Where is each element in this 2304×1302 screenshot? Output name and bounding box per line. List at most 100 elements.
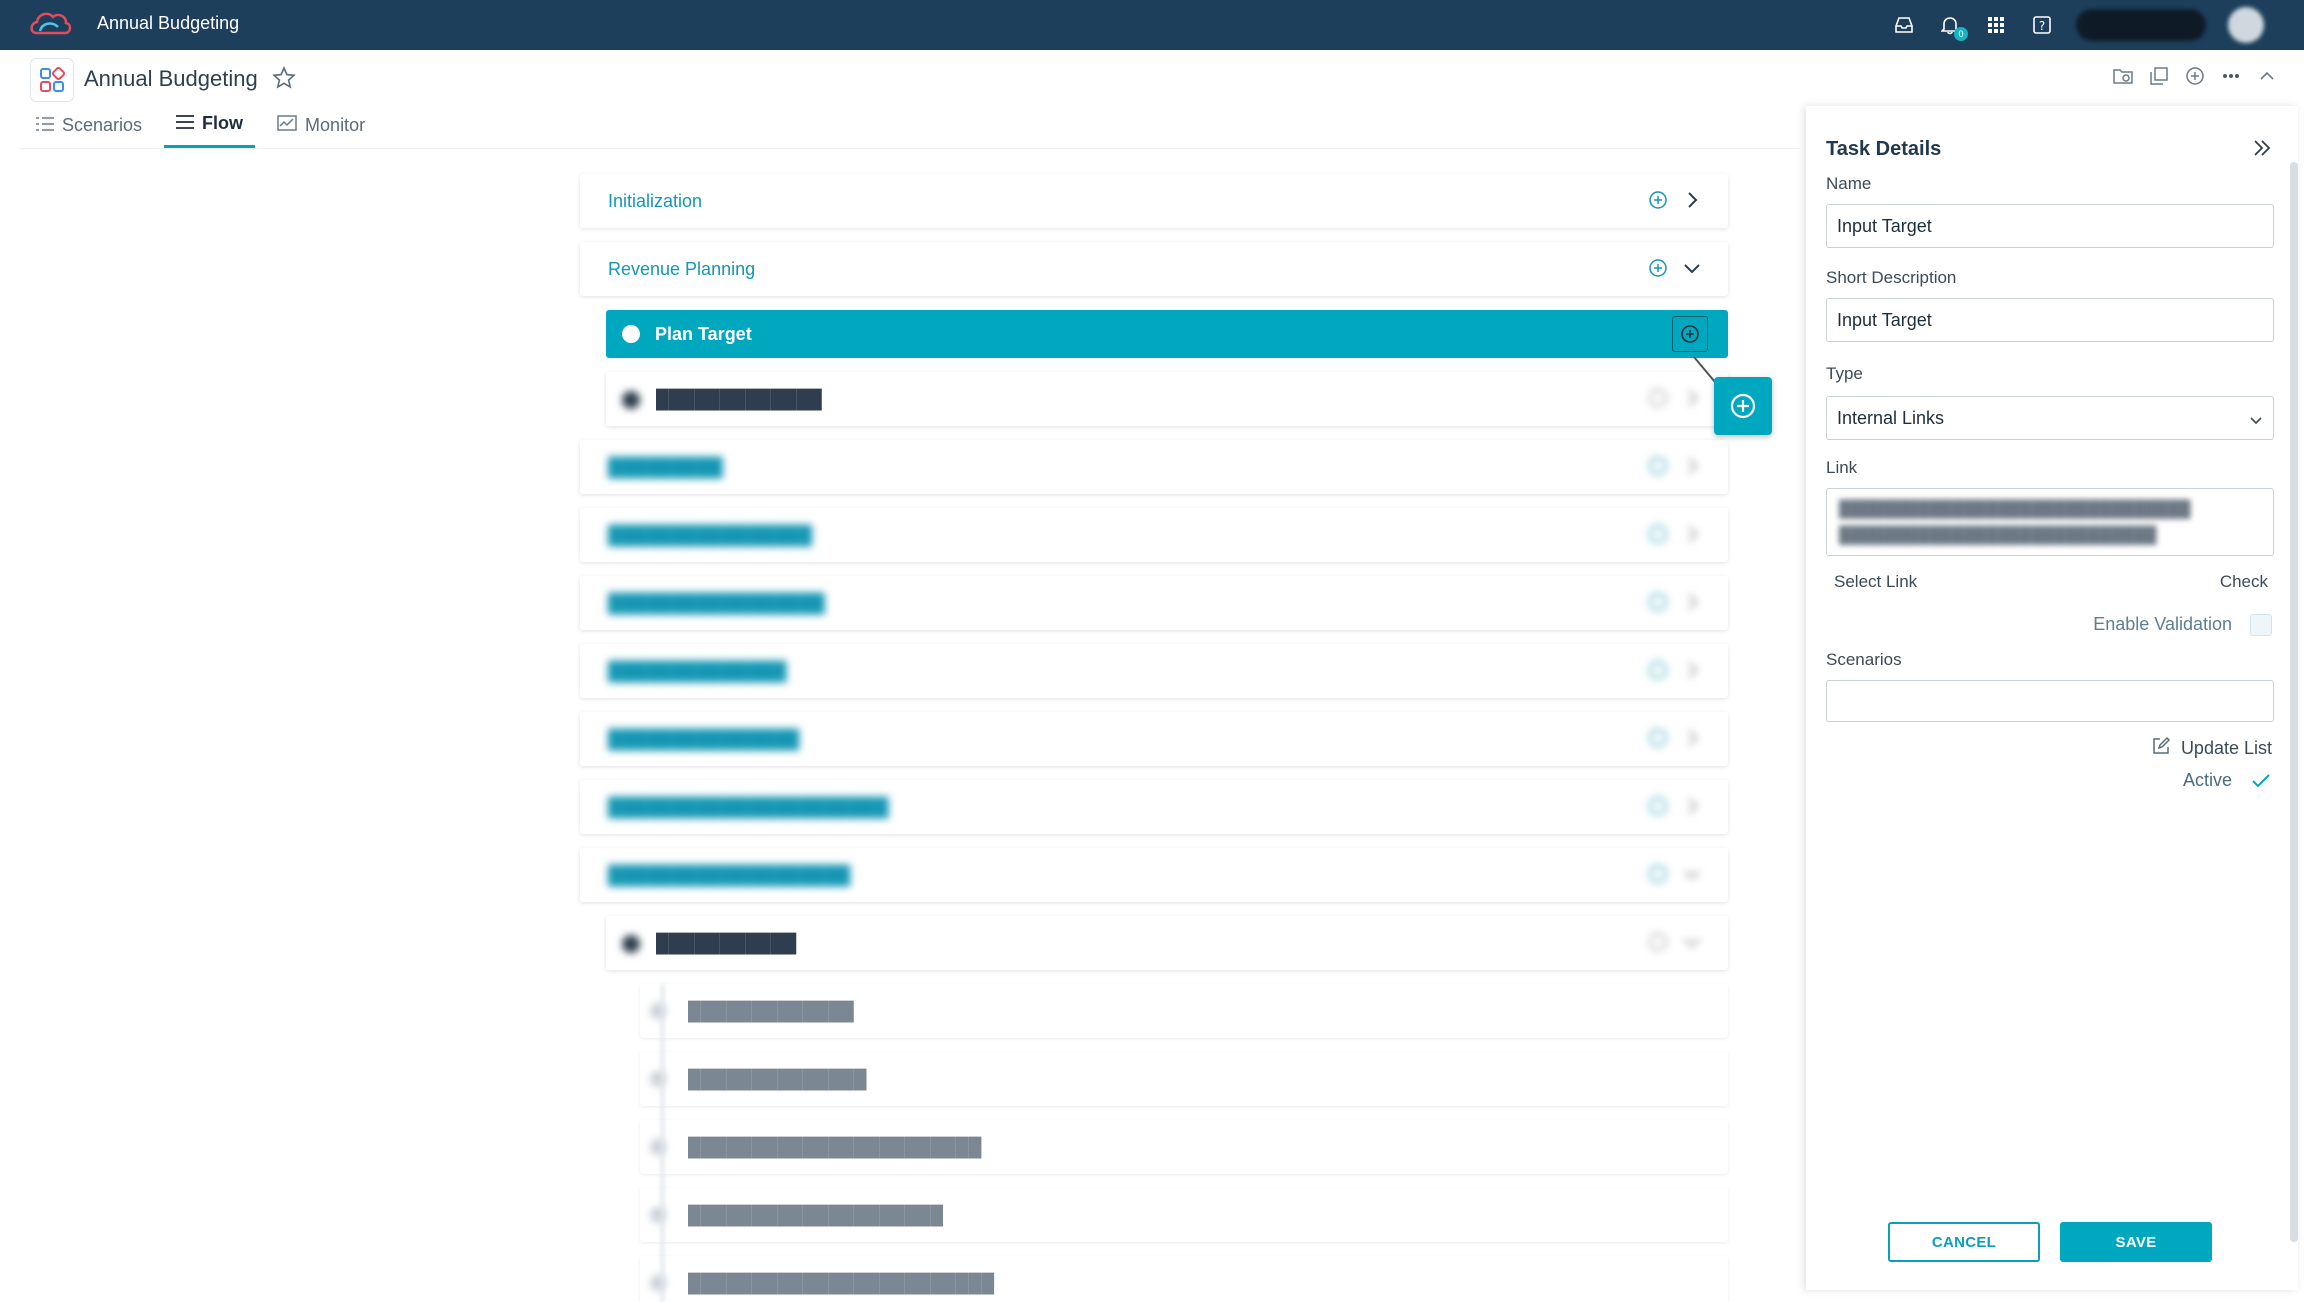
- flow-task-label: Plan Target: [655, 323, 752, 344]
- flow-task-plan-target[interactable]: Plan Target: [606, 310, 1728, 358]
- bell-icon[interactable]: 0: [1938, 13, 1968, 41]
- monitor-chart-icon: [277, 114, 297, 136]
- blurred-label: ██████████████████████: [608, 796, 889, 817]
- short-description-field[interactable]: Input Target: [1826, 298, 2274, 342]
- flow-subtask-blurred[interactable]: ████████████████████: [640, 1188, 1728, 1242]
- panel-title: Task Details: [1826, 138, 1942, 160]
- list-icon: [36, 115, 54, 136]
- notification-badge: 0: [1954, 27, 1968, 41]
- enable-validation-label: Enable Validation: [2093, 614, 2232, 634]
- tree-connector-line: [661, 984, 664, 1302]
- link-value-blurred: ███████████████████████████████ ████████…: [1839, 501, 2191, 544]
- floating-add-button[interactable]: [1714, 377, 1772, 435]
- blurred-label: █████████████████: [608, 592, 825, 613]
- flow-step-blurred[interactable]: ███████████████████: [580, 848, 1728, 902]
- name-value: Input Target: [1837, 215, 1932, 236]
- flow-step-revenue-planning[interactable]: Revenue Planning: [580, 242, 1728, 296]
- flow-step-blurred[interactable]: ███████████████: [580, 712, 1728, 766]
- tab-scenarios[interactable]: Scenarios: [36, 110, 154, 148]
- add-step-icon[interactable]: [1648, 592, 1668, 617]
- flow-subtask-blurred[interactable]: ██████████████: [640, 1052, 1728, 1106]
- chevron-right-icon[interactable]: [1682, 524, 1702, 549]
- type-value: Internal Links: [1837, 407, 1945, 428]
- tab-monitor[interactable]: Monitor: [277, 110, 377, 148]
- chevron-down-icon[interactable]: [1682, 258, 1702, 283]
- update-list-label: Update List: [2180, 738, 2272, 758]
- save-button[interactable]: SAVE: [2060, 1222, 2212, 1262]
- cloud-logo-icon[interactable]: [28, 7, 72, 43]
- tab-bar: Scenarios Flow Monitor: [36, 110, 399, 148]
- link-field[interactable]: ███████████████████████████████ ████████…: [1826, 488, 2274, 556]
- folder-settings-icon[interactable]: [2112, 65, 2134, 87]
- chevron-right-icon[interactable]: [1682, 592, 1702, 617]
- add-task-icon[interactable]: [1672, 316, 1708, 352]
- add-step-icon[interactable]: [1648, 796, 1668, 821]
- blurred-label: ███████████████████████: [688, 1136, 982, 1157]
- cancel-button[interactable]: CANCEL: [1888, 1222, 2040, 1262]
- add-step-icon[interactable]: [1648, 864, 1668, 889]
- apps-grid-icon[interactable]: [1984, 13, 2008, 37]
- select-link[interactable]: Select Link: [1834, 572, 1917, 592]
- flow-step-blurred[interactable]: ████████████████: [580, 508, 1728, 562]
- update-list-button[interactable]: Update List: [2151, 736, 2272, 761]
- add-step-icon[interactable]: [1648, 660, 1668, 685]
- flow-subtask-blurred[interactable]: ███████████████████████: [640, 1120, 1728, 1174]
- add-step-icon[interactable]: [1648, 524, 1668, 549]
- add-step-icon[interactable]: [1648, 728, 1668, 753]
- type-label: Type: [1826, 364, 1863, 383]
- blurred-label: ████████████████████: [688, 1204, 944, 1225]
- copy-icon[interactable]: [2148, 65, 2170, 87]
- chevron-right-icon[interactable]: [1682, 796, 1702, 821]
- flow-step-blurred[interactable]: ██████████████: [580, 644, 1728, 698]
- name-field[interactable]: Input Target: [1826, 204, 2274, 248]
- chevron-right-icon[interactable]: [1682, 456, 1702, 481]
- chevron-right-icon[interactable]: [1682, 388, 1702, 413]
- flow-step-label: Initialization: [608, 190, 703, 211]
- enable-validation-checkbox[interactable]: [2250, 614, 2272, 636]
- flow-subtask-blurred[interactable]: █████████████: [640, 984, 1728, 1038]
- flow-step-initialization[interactable]: Initialization: [580, 174, 1728, 228]
- add-step-icon[interactable]: [1648, 258, 1668, 283]
- task-details-panel: Task Details Name Input Target Short Des…: [1806, 106, 2298, 1290]
- name-label: Name: [1826, 174, 1872, 193]
- blurred-label: ███████████: [656, 932, 797, 953]
- chevron-right-icon[interactable]: [1682, 728, 1702, 753]
- add-circle-icon[interactable]: [2184, 65, 2206, 87]
- add-step-icon[interactable]: [1648, 932, 1668, 957]
- add-step-icon[interactable]: [1648, 456, 1668, 481]
- tab-label: Scenarios: [62, 114, 143, 135]
- add-step-icon[interactable]: [1648, 190, 1668, 215]
- chevron-right-icon[interactable]: [1682, 190, 1702, 215]
- double-chevron-right-icon[interactable]: [2252, 138, 2272, 163]
- flow-subtask-blurred[interactable]: ████████████████████████: [640, 1256, 1728, 1302]
- panel-scrollbar[interactable]: [2290, 162, 2298, 1242]
- flow-task-blurred[interactable]: █████████████: [606, 372, 1728, 426]
- short-description-label: Short Description: [1826, 268, 1957, 287]
- chevron-down-icon[interactable]: [1682, 932, 1702, 957]
- tab-flow[interactable]: Flow: [164, 110, 256, 148]
- chevron-up-icon[interactable]: [2256, 65, 2278, 87]
- flow-step-label: Revenue Planning: [608, 258, 756, 279]
- flow-task-blurred[interactable]: ███████████: [606, 916, 1728, 970]
- chevron-right-icon[interactable]: [1682, 660, 1702, 685]
- flow-step-blurred[interactable]: █████████: [580, 440, 1728, 494]
- active-checkbox[interactable]: [2250, 770, 2272, 792]
- task-status-dot: [622, 325, 640, 343]
- type-select[interactable]: Internal Links: [1826, 396, 2274, 440]
- header-actions: [2112, 65, 2278, 87]
- tab-divider: [20, 148, 1800, 149]
- page-title: Annual Budgeting: [84, 66, 258, 91]
- flow-step-blurred[interactable]: █████████████████: [580, 576, 1728, 630]
- user-menu[interactable]: [2076, 9, 2206, 41]
- more-options-icon[interactable]: [2220, 65, 2242, 87]
- inbox-icon[interactable]: [1892, 13, 1916, 37]
- help-icon[interactable]: ?: [2030, 13, 2054, 37]
- check-link[interactable]: Check: [2220, 572, 2268, 592]
- scenarios-field[interactable]: [1826, 680, 2274, 722]
- chevron-down-icon[interactable]: [1682, 864, 1702, 889]
- flow-step-blurred[interactable]: ██████████████████████: [580, 780, 1728, 834]
- link-label: Link: [1826, 458, 1858, 477]
- avatar[interactable]: [2228, 7, 2264, 43]
- add-step-icon[interactable]: [1648, 388, 1668, 413]
- favorite-star-icon[interactable]: [272, 66, 296, 95]
